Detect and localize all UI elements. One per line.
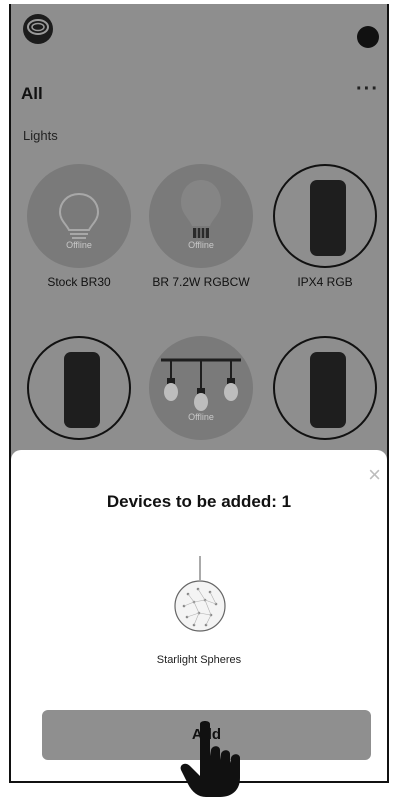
bulb-icon — [58, 192, 100, 239]
status-offline: Offline — [188, 240, 214, 250]
sheet-title: Devices to be added: 1 — [106, 492, 292, 511]
device-controller-3[interactable] — [271, 336, 381, 456]
page-title: All — [21, 84, 43, 103]
app-logo-icon[interactable] — [21, 12, 55, 46]
status-offline: Offline — [66, 240, 92, 250]
bulb-icon — [181, 180, 221, 238]
device-controller-2[interactable] — [25, 336, 135, 456]
phone-screen: All ··· Lights Offline Stock BR30 Offlin… — [9, 4, 389, 783]
top-bar — [11, 4, 387, 64]
close-icon[interactable]: × — [368, 464, 381, 486]
hand-pointer-icon — [180, 721, 240, 797]
device-stock-br30[interactable]: Offline Stock BR30 — [25, 164, 135, 289]
more-options-button[interactable]: ··· — [356, 78, 379, 101]
device-name: IPX4 RGB — [297, 275, 353, 289]
status-offline: Offline — [188, 412, 214, 422]
device-to-add-name: Starlight Spheres — [156, 654, 242, 666]
device-circle — [273, 336, 377, 440]
device-circle — [273, 164, 377, 268]
device-ipx4-rgb[interactable]: IPX4 RGB — [271, 164, 381, 289]
device-circle — [27, 336, 131, 440]
strip-controller-icon — [64, 352, 100, 428]
device-name: BR 7.2W RGBCW — [152, 275, 250, 289]
section-label: Lights — [23, 128, 58, 143]
strip-controller-icon — [310, 180, 346, 256]
device-circle — [149, 164, 253, 268]
device-circle — [149, 336, 253, 440]
device-string-lights[interactable]: Offline — [147, 336, 257, 456]
device-br-7-2w-rgbcw[interactable]: Offline BR 7.2W RGBCW — [147, 164, 257, 289]
device-name: Stock BR30 — [47, 275, 111, 289]
string-lights-icon — [161, 358, 241, 411]
profile-dot-icon[interactable] — [357, 26, 379, 48]
device-circle — [27, 164, 131, 268]
sphere-light-icon — [174, 556, 226, 632]
strip-controller-icon — [310, 352, 346, 428]
